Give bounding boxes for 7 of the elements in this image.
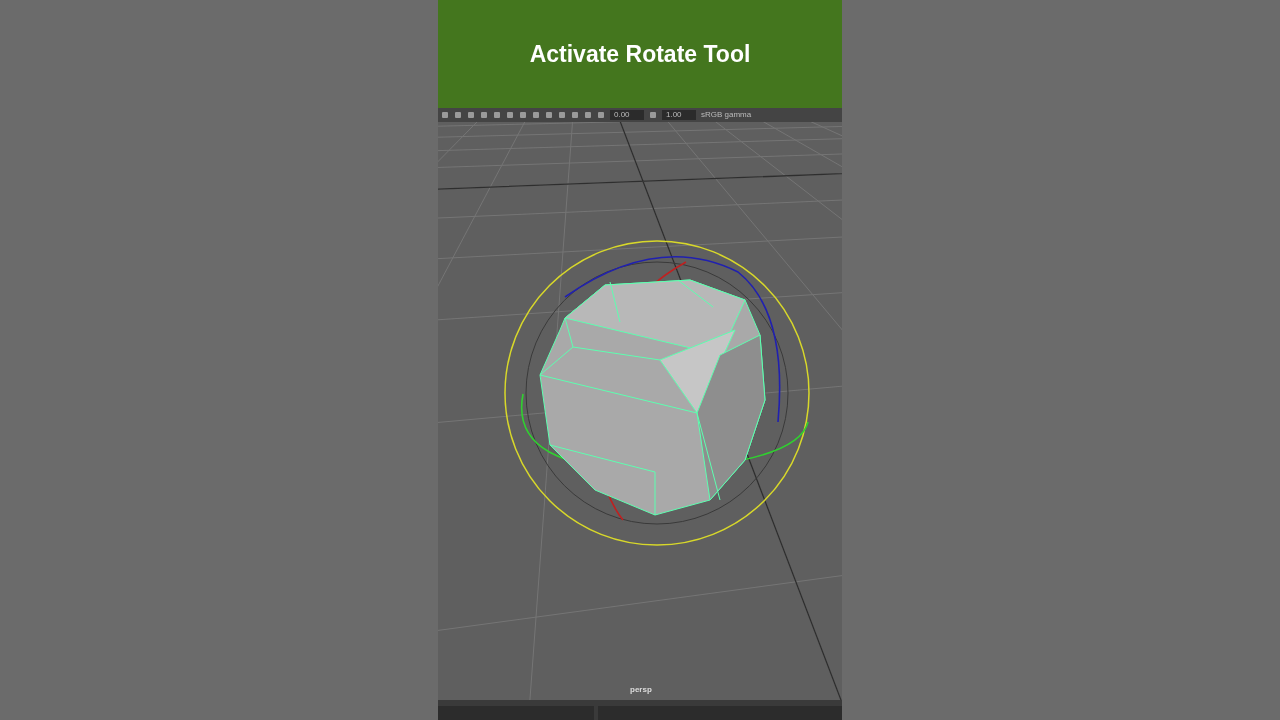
camera-label: persp — [630, 684, 652, 696]
color-space-label[interactable]: sRGB gamma — [701, 110, 752, 120]
number-field[interactable]: 0.00 — [610, 110, 644, 120]
toolbar-icon[interactable] — [649, 111, 657, 119]
polygon-mesh[interactable] — [539, 279, 766, 516]
banner-title: Activate Rotate Tool — [529, 39, 751, 69]
number-field[interactable]: 1.00 — [662, 110, 696, 120]
